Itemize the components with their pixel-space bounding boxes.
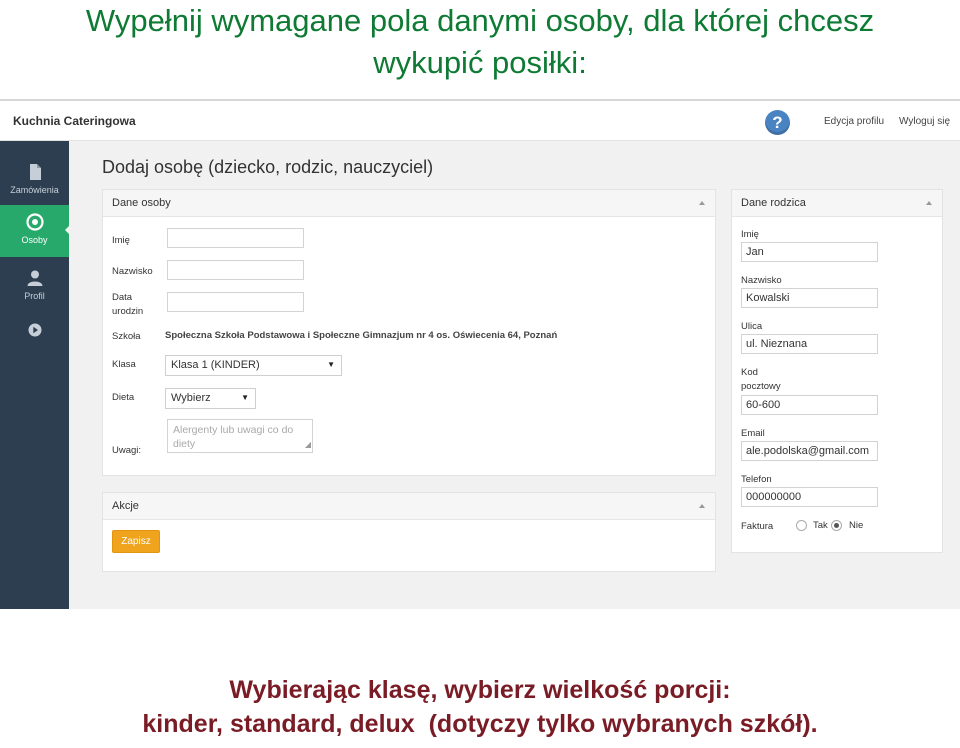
target-icon bbox=[25, 213, 44, 231]
active-indicator bbox=[65, 225, 70, 235]
birth-date-label-line2: urodzin bbox=[112, 306, 144, 317]
invoice-yes-radio[interactable] bbox=[796, 520, 807, 531]
sidebar-item-persons[interactable]: Osoby bbox=[0, 205, 70, 257]
diet-select[interactable]: Wybierz ▼ bbox=[165, 388, 256, 409]
notes-textarea[interactable]: Alergenty lub uwagi co do diety ◢ bbox=[167, 419, 313, 453]
slide-title-line1: Wypełnij wymagane pola danymi osoby, dla… bbox=[85, 3, 875, 38]
email-input[interactable]: ale.podolska@gmail.com bbox=[741, 441, 878, 461]
question-circle-icon[interactable]: ? bbox=[765, 110, 790, 135]
class-select[interactable]: Klasa 1 (KINDER) ▼ bbox=[165, 355, 342, 376]
collapse-icon[interactable] bbox=[699, 201, 705, 205]
chevron-down-icon: ▼ bbox=[241, 393, 249, 402]
parent-last-name-input[interactable]: Kowalski bbox=[741, 288, 878, 308]
notes-placeholder: Alergenty lub uwagi co do diety bbox=[173, 424, 294, 450]
birth-date-input[interactable] bbox=[167, 292, 304, 312]
sidebar-item-profile[interactable]: Profil bbox=[0, 261, 69, 315]
sidebar-item-label: Osoby bbox=[21, 235, 48, 245]
phone-input[interactable]: 000000000 bbox=[741, 487, 878, 507]
app-screenshot: Kuchnia Cateringowa ? Edycja profilu Wyl… bbox=[0, 99, 960, 609]
class-select-value: Klasa 1 (KINDER) bbox=[171, 359, 260, 371]
street-label: Ulica bbox=[741, 321, 763, 332]
first-name-input[interactable] bbox=[167, 228, 304, 248]
user-icon bbox=[27, 270, 42, 286]
panel-title: Akcje bbox=[112, 500, 139, 512]
actions-panel: Akcje Zapisz bbox=[102, 492, 716, 572]
slide-title: Wypełnij wymagane pola danymi osoby, dla… bbox=[0, 0, 960, 84]
document-icon bbox=[29, 164, 41, 180]
parent-first-name-input[interactable]: Jan bbox=[741, 242, 878, 262]
invoice-yes-label: Tak bbox=[813, 520, 828, 531]
resize-handle-icon[interactable]: ◢ bbox=[305, 438, 311, 452]
panel-header: Dane osoby bbox=[103, 190, 715, 217]
play-circle-icon bbox=[28, 323, 41, 337]
person-data-panel: Dane osoby Imię Nazwisko Data urodzin Sz… bbox=[102, 189, 716, 476]
diet-label: Dieta bbox=[112, 392, 135, 403]
edit-profile-link[interactable]: Edycja profilu bbox=[824, 116, 884, 127]
parent-last-name-label: Nazwisko bbox=[741, 275, 782, 286]
email-label: Email bbox=[741, 428, 765, 439]
collapse-icon[interactable] bbox=[699, 504, 705, 508]
first-name-label: Imię bbox=[112, 235, 130, 246]
sidebar-item-label: Profil bbox=[24, 291, 45, 301]
save-button[interactable]: Zapisz bbox=[112, 530, 160, 553]
panel-header: Dane rodzica bbox=[732, 190, 942, 217]
last-name-label: Nazwisko bbox=[112, 266, 153, 277]
parent-first-name-label: Imię bbox=[741, 229, 759, 240]
sidebar: Zamówienia Osoby Profil bbox=[0, 141, 70, 609]
page-title: Dodaj osobę (dziecko, rodzic, nauczyciel… bbox=[102, 157, 434, 177]
street-input[interactable]: ul. Nieznana bbox=[741, 334, 878, 354]
postal-code-label-line1: Kod bbox=[741, 367, 758, 378]
slide-title-line2: wykupić posiłki: bbox=[373, 45, 587, 80]
birth-date-label-line1: Data bbox=[112, 292, 133, 303]
last-name-input[interactable] bbox=[167, 260, 304, 280]
class-label: Klasa bbox=[112, 359, 136, 370]
chevron-down-icon: ▼ bbox=[327, 360, 335, 369]
invoice-no-radio[interactable] bbox=[831, 520, 842, 531]
parent-data-panel: Dane rodzica Imię Jan Nazwisko Kowalski … bbox=[731, 189, 943, 553]
panel-title: Dane rodzica bbox=[741, 197, 806, 209]
slide-caption-line2: kinder, standard, delux (dotyczy tylko w… bbox=[142, 710, 818, 738]
school-label: Szkoła bbox=[112, 331, 141, 342]
sidebar-item-label: Zamówienia bbox=[10, 185, 59, 195]
top-bar: Kuchnia Cateringowa ? Edycja profilu Wyl… bbox=[0, 101, 960, 141]
app-name: Kuchnia Cateringowa bbox=[13, 114, 136, 128]
diet-select-value: Wybierz bbox=[171, 392, 211, 404]
postal-code-label-line2: pocztowy bbox=[741, 381, 781, 392]
slide-caption: Wybierając klasę, wybierz wielkość porcj… bbox=[0, 673, 960, 741]
school-value: Społeczna Szkoła Podstawowa i Społeczne … bbox=[165, 330, 558, 341]
invoice-no-label: Nie bbox=[849, 520, 864, 531]
sidebar-item-orders[interactable]: Zamówienia bbox=[0, 155, 69, 209]
notes-label: Uwagi: bbox=[112, 445, 142, 456]
invoice-label: Faktura bbox=[741, 521, 774, 532]
panel-header: Akcje bbox=[103, 493, 715, 520]
sidebar-item-play[interactable] bbox=[0, 313, 69, 367]
logout-link[interactable]: Wyloguj się bbox=[899, 116, 950, 127]
postal-code-input[interactable]: 60-600 bbox=[741, 395, 878, 415]
collapse-icon[interactable] bbox=[926, 201, 932, 205]
panel-title: Dane osoby bbox=[112, 197, 171, 209]
phone-label: Telefon bbox=[741, 474, 772, 485]
slide-caption-line1: Wybierając klasę, wybierz wielkość porcj… bbox=[229, 676, 731, 704]
